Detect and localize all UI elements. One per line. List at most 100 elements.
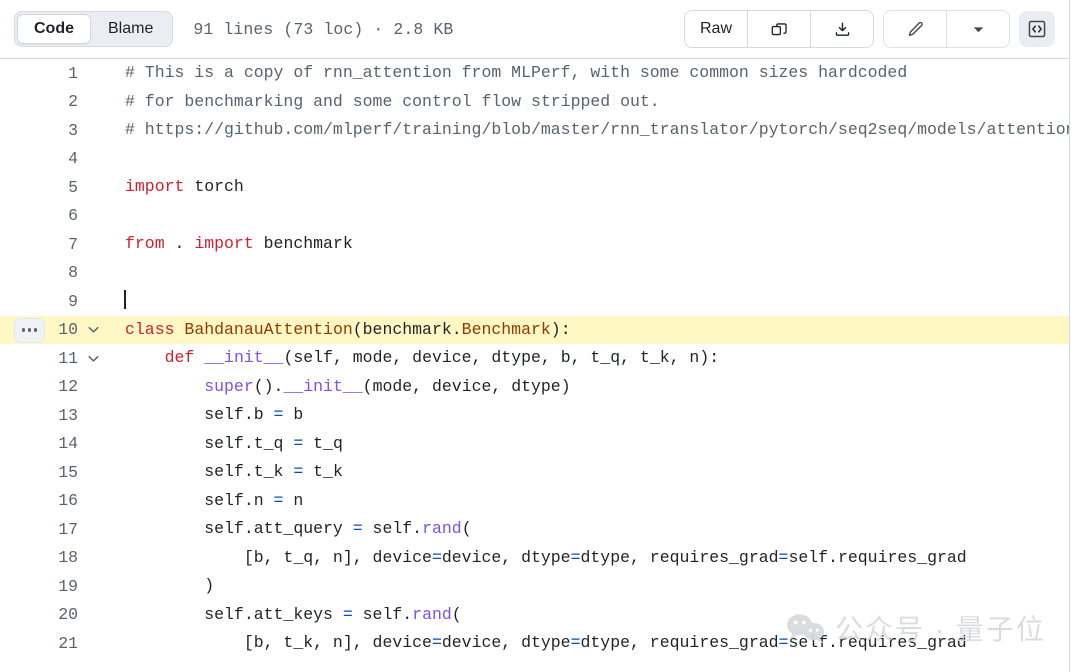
line-number[interactable]: 6 [0, 206, 78, 225]
code-line-text[interactable]: # https://github.com/mlperf/training/blo… [108, 116, 1069, 145]
code-line[interactable]: 8 [0, 259, 1069, 288]
code-line-text[interactable] [108, 287, 1069, 316]
line-number[interactable]: 18 [0, 548, 78, 567]
code-line[interactable]: 6 [0, 202, 1069, 231]
code-brackets-icon [1027, 19, 1047, 39]
code-token: = [779, 633, 789, 652]
code-token: # for benchmarking and some control flow… [125, 92, 660, 111]
code-line[interactable]: 13 self.b = b [0, 401, 1069, 430]
line-number[interactable]: 5 [0, 178, 78, 197]
code-token: ) [125, 576, 214, 595]
code-symbols-button[interactable] [1019, 11, 1055, 47]
code-token: ( [462, 519, 472, 538]
code-token: benchmark [254, 234, 353, 253]
code-line[interactable]: 1 # This is a copy of rnn_attention from … [0, 59, 1069, 88]
code-token: rand [412, 605, 452, 624]
code-line-text[interactable]: self.b = b [108, 401, 1069, 430]
code-line[interactable]: 17 self.att_query = self.rand( [0, 515, 1069, 544]
code-line-text[interactable]: [b, t_k, n], device=device, dtype=dtype,… [108, 629, 1069, 658]
code-line[interactable]: 11 def __init__(self, mode, device, dtyp… [0, 344, 1069, 373]
file-toolbar: Code Blame 91 lines (73 loc) · 2.8 KB Ra… [0, 0, 1069, 59]
code-line-text[interactable]: def __init__(self, mode, device, dtype, … [108, 344, 1069, 373]
line-number[interactable]: 16 [0, 491, 78, 510]
line-number[interactable]: 20 [0, 605, 78, 624]
line-number[interactable]: 11 [0, 349, 78, 368]
code-token: self.t_q [125, 434, 293, 453]
line-number[interactable]: 9 [0, 292, 78, 311]
code-token: (benchmark. [353, 320, 462, 339]
code-line[interactable]: 14 self.t_q = t_q [0, 430, 1069, 459]
code-line[interactable]: 19 ) [0, 572, 1069, 601]
code-line-text[interactable]: class BahdanauAttention(benchmark.Benchm… [108, 316, 1069, 345]
code-token: = [293, 434, 303, 453]
code-token: = [293, 462, 303, 481]
code-token [175, 320, 185, 339]
copy-button[interactable] [748, 11, 811, 47]
tab-blame[interactable]: Blame [91, 14, 170, 44]
code-line-text[interactable]: ) [108, 572, 1069, 601]
code-line[interactable]: 12 super().__init__(mode, device, dtype) [0, 373, 1069, 402]
code-token: BahdanauAttention [184, 320, 352, 339]
code-line[interactable]: 4 [0, 145, 1069, 174]
code-line-text[interactable]: self.att_keys = self.rand( [108, 601, 1069, 630]
code-line-text[interactable]: self.t_k = t_k [108, 458, 1069, 487]
code-line[interactable]: 20 self.att_keys = self.rand( [0, 601, 1069, 630]
edit-button[interactable] [884, 11, 947, 47]
code-line[interactable]: 18 [b, t_q, n], device=device, dtype=dty… [0, 544, 1069, 573]
code-line[interactable]: 15 self.t_k = t_k [0, 458, 1069, 487]
code-token: class [125, 320, 175, 339]
tab-code[interactable]: Code [17, 14, 91, 44]
edit-dropdown-button[interactable] [947, 11, 1009, 47]
code-line[interactable]: 16 self.n = n [0, 487, 1069, 516]
line-number[interactable]: 3 [0, 121, 78, 140]
raw-copy-download-group: Raw [684, 10, 874, 48]
line-number[interactable]: 8 [0, 263, 78, 282]
code-line[interactable]: 7 from . import benchmark [0, 230, 1069, 259]
code-line-text[interactable]: import torch [108, 173, 1069, 202]
code-line[interactable]: 5 import torch [0, 173, 1069, 202]
pencil-icon [907, 21, 924, 38]
code-line[interactable]: 3 # https://github.com/mlperf/training/bl… [0, 116, 1069, 145]
code-line-text[interactable]: # for benchmarking and some control flow… [108, 88, 1069, 117]
code-line-text[interactable]: self.t_q = t_q [108, 430, 1069, 459]
line-number[interactable]: 17 [0, 520, 78, 539]
code-line-text[interactable]: # This is a copy of rnn_attention from M… [108, 59, 1069, 88]
code-line-text[interactable]: self.att_query = self.rand( [108, 515, 1069, 544]
code-token: # https://github.com/mlperf/training/blo… [125, 120, 1069, 139]
line-gutter-extra [0, 316, 48, 345]
code-token: (mode, device, dtype) [363, 377, 571, 396]
code-line-text[interactable]: self.n = n [108, 487, 1069, 516]
line-number[interactable]: 14 [0, 434, 78, 453]
line-number[interactable]: 15 [0, 463, 78, 482]
line-number[interactable]: 21 [0, 634, 78, 653]
code-token: device, dtype [442, 633, 571, 652]
code-line[interactable]: 21 [b, t_k, n], device=device, dtype=dty… [0, 629, 1069, 658]
line-number[interactable]: 12 [0, 377, 78, 396]
code-token: [b, t_k, n], device [125, 633, 432, 652]
code-token: = [343, 605, 353, 624]
line-number[interactable]: 4 [0, 149, 78, 168]
fold-chevron-down-icon[interactable] [78, 351, 108, 366]
line-options-ellipsis-button[interactable] [14, 318, 45, 343]
line-number[interactable]: 19 [0, 577, 78, 596]
code-line[interactable]: 10class BahdanauAttention(benchmark.Benc… [0, 316, 1069, 345]
line-number[interactable]: 13 [0, 406, 78, 425]
line-number[interactable]: 2 [0, 92, 78, 111]
line-number[interactable]: 7 [0, 235, 78, 254]
raw-button[interactable]: Raw [685, 11, 748, 47]
code-token: = [274, 405, 284, 424]
code-line-text[interactable]: [b, t_q, n], device=device, dtype=dtype,… [108, 544, 1069, 573]
line-number[interactable]: 1 [0, 64, 78, 83]
code-blame-segmented-control[interactable]: Code Blame [14, 11, 173, 47]
code-lines-container[interactable]: 1 # This is a copy of rnn_attention from … [0, 59, 1069, 672]
code-token: __init__ [283, 377, 362, 396]
code-line[interactable]: 9 [0, 287, 1069, 316]
code-line-text[interactable]: from . import benchmark [108, 230, 1069, 259]
code-line[interactable]: 2 # for benchmarking and some control flo… [0, 88, 1069, 117]
fold-chevron-down-icon[interactable] [78, 322, 108, 337]
download-button[interactable] [811, 11, 873, 47]
code-token: . [165, 234, 195, 253]
code-token: (self, mode, device, dtype, b, t_q, t_k,… [283, 348, 719, 367]
code-token: torch [184, 177, 243, 196]
code-line-text[interactable]: super().__init__(mode, device, dtype) [108, 373, 1069, 402]
